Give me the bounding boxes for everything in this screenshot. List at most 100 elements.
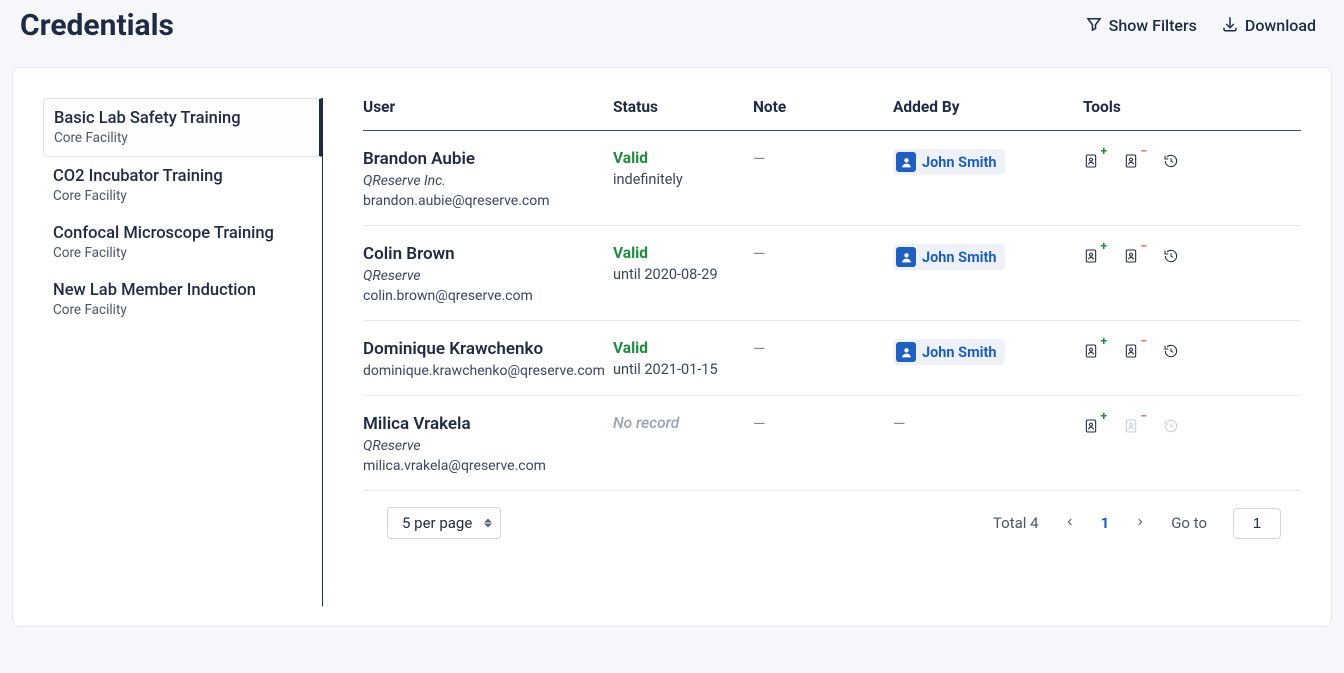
added-by-name: John Smith (922, 249, 997, 266)
chevron-right-icon (1135, 514, 1145, 533)
id-card-icon (1123, 423, 1139, 440)
add-credential-button[interactable]: + (1083, 416, 1101, 438)
download-icon (1221, 15, 1239, 37)
added-by-badge[interactable]: John Smith (893, 244, 1005, 270)
id-card-icon (1123, 158, 1139, 175)
add-credential-button[interactable]: + (1083, 341, 1101, 363)
pagination-prev-button[interactable] (1065, 514, 1075, 533)
plus-icon: + (1100, 410, 1107, 422)
plus-icon: + (1100, 335, 1107, 347)
status-sub: indefinitely (613, 171, 753, 188)
show-filters-button[interactable]: Show Filters (1085, 15, 1197, 37)
download-button[interactable]: Download (1221, 15, 1316, 37)
pagination-next-button[interactable] (1135, 514, 1145, 533)
user-name: Dominique Krawchenko (363, 339, 613, 359)
added-by-name: John Smith (922, 154, 997, 171)
user-org: QReserve (363, 268, 613, 284)
id-card-icon (1123, 348, 1139, 365)
status-label: Valid (613, 339, 753, 357)
download-label: Download (1245, 16, 1316, 35)
added-by-name: John Smith (922, 344, 997, 361)
sidebar-item-title: CO2 Incubator Training (53, 167, 308, 186)
col-header-note: Note (753, 98, 893, 116)
user-email: brandon.aubie@qreserve.com (363, 193, 613, 209)
history-button (1163, 416, 1181, 438)
user-name: Brandon Aubie (363, 149, 613, 169)
status-label: No record (613, 414, 753, 432)
sidebar-item[interactable]: Confocal Microscope Training Core Facilit… (43, 214, 322, 271)
plus-icon: + (1100, 240, 1107, 252)
sidebar-item-subtitle: Core Facility (53, 188, 308, 204)
history-button[interactable] (1163, 341, 1181, 363)
sidebar-item-title: New Lab Member Induction (53, 281, 308, 300)
add-credential-button[interactable]: + (1083, 246, 1101, 268)
history-icon (1163, 158, 1179, 175)
minus-icon: − (1140, 410, 1147, 422)
per-page-label: 5 per page (402, 514, 472, 532)
table-header-row: User Status Note Added By Tools (363, 98, 1301, 131)
status-label: Valid (613, 244, 753, 262)
person-icon (896, 152, 916, 172)
table-row: Brandon Aubie QReserve Inc. brandon.aubie@… (363, 131, 1301, 226)
remove-credential-button[interactable]: − (1123, 341, 1141, 363)
credential-type-sidebar: Basic Lab Safety TrainingCore FacilityCO… (43, 98, 323, 606)
history-button[interactable] (1163, 151, 1181, 173)
chevron-left-icon (1065, 514, 1075, 533)
show-filters-label: Show Filters (1109, 16, 1197, 35)
status-sub: until 2021-01-15 (613, 361, 753, 378)
pagination-total: Total 4 (993, 514, 1039, 532)
go-to-page-input[interactable] (1233, 508, 1281, 539)
history-button[interactable] (1163, 246, 1181, 268)
added-by-cell: — (893, 414, 906, 433)
id-card-icon (1123, 253, 1139, 270)
plus-icon: + (1100, 145, 1107, 157)
sidebar-item[interactable]: New Lab Member Induction Core Facility (43, 271, 322, 328)
note-cell: — (753, 149, 766, 168)
person-icon (896, 342, 916, 362)
history-icon (1163, 423, 1179, 440)
col-header-added-by: Added By (893, 98, 1083, 116)
history-icon (1163, 253, 1179, 270)
sidebar-item-title: Confocal Microscope Training (53, 224, 308, 243)
minus-icon: − (1140, 145, 1147, 157)
sidebar-item[interactable]: CO2 Incubator Training Core Facility (43, 157, 322, 214)
table-row: Colin BrownQReservecolin.brown@qreserve.… (363, 226, 1301, 321)
user-email: colin.brown@qreserve.com (363, 288, 613, 304)
user-email: milica.vrakela@qreserve.com (363, 458, 613, 474)
minus-icon: − (1140, 240, 1147, 252)
pagination-current-page[interactable]: 1 (1101, 514, 1110, 532)
added-by-badge[interactable]: John Smith (893, 149, 1005, 175)
add-credential-button[interactable]: + (1083, 151, 1101, 173)
remove-credential-button[interactable]: − (1123, 246, 1141, 268)
id-card-icon (1083, 253, 1099, 270)
user-org: QReserve Inc. (363, 173, 613, 189)
col-header-user: User (363, 98, 613, 116)
note-cell: — (753, 244, 766, 263)
remove-credential-button: − (1123, 416, 1141, 438)
table-row: Dominique Krawchenko dominique.krawchenko… (363, 321, 1301, 396)
person-icon (896, 247, 916, 267)
user-email: dominique.krawchenko@qreserve.com (363, 363, 613, 379)
sidebar-item[interactable]: Basic Lab Safety Training Core Facility (43, 98, 323, 157)
page-title: Credentials (20, 8, 174, 43)
sidebar-item-subtitle: Core Facility (54, 130, 305, 146)
per-page-select[interactable]: 5 per page (387, 507, 501, 539)
user-name: Milica Vrakela (363, 414, 613, 434)
sidebar-item-subtitle: Core Facility (53, 245, 308, 261)
status-sub: until 2020-08-29 (613, 266, 753, 283)
table-row: Milica Vrakela QReserve milica.vrakela@qre… (363, 396, 1301, 491)
status-label: Valid (613, 149, 753, 167)
select-caret-icon (484, 519, 492, 528)
history-icon (1163, 348, 1179, 365)
col-header-tools: Tools (1083, 98, 1301, 116)
sidebar-item-title: Basic Lab Safety Training (54, 109, 305, 128)
id-card-icon (1083, 423, 1099, 440)
remove-credential-button[interactable]: − (1123, 151, 1141, 173)
sidebar-item-subtitle: Core Facility (53, 302, 308, 318)
minus-icon: − (1140, 335, 1147, 347)
added-by-badge[interactable]: John Smith (893, 339, 1005, 365)
id-card-icon (1083, 158, 1099, 175)
note-cell: — (753, 414, 766, 433)
user-org: QReserve (363, 438, 613, 454)
note-cell: — (753, 339, 766, 358)
